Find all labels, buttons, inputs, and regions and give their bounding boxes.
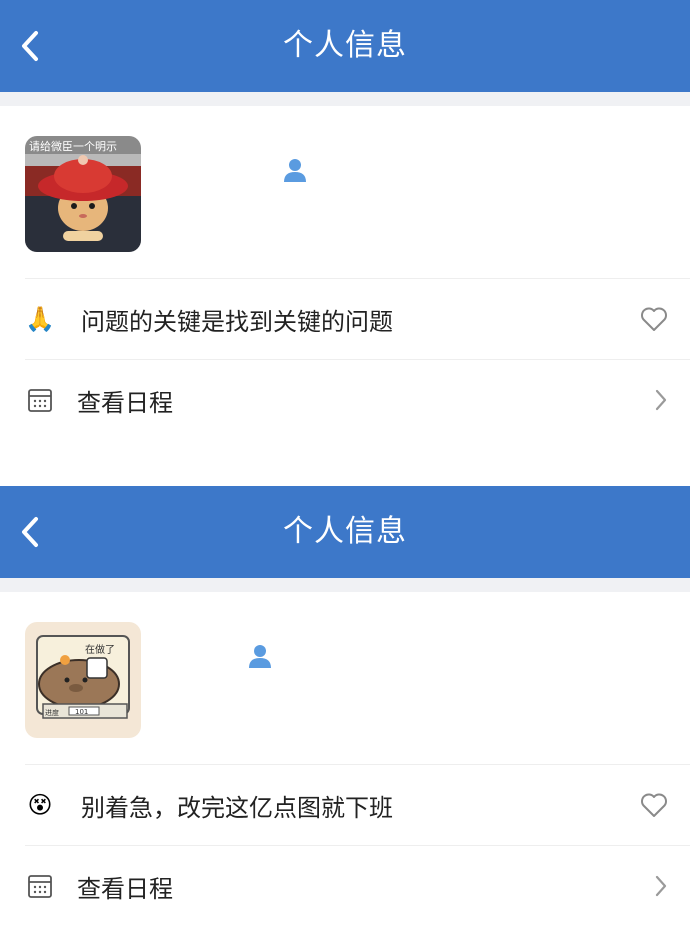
schedule-row[interactable]: 查看日程: [25, 845, 690, 926]
like-button[interactable]: [640, 306, 668, 332]
top-navigation-bar: 个人信息: [0, 486, 690, 578]
status-row[interactable]: 🙏 问题的关键是找到关键的问题: [25, 278, 690, 359]
page-title: 个人信息: [283, 28, 407, 63]
status-emoji: 🙏: [25, 305, 55, 333]
avatar-capybara-image: 在做了 进度 101: [25, 622, 141, 738]
profile-screen-2: 个人信息 在做了 进度 101 �: [0, 486, 690, 920]
status-text: 别着急，改完这亿点图就下班: [81, 793, 393, 822]
top-navigation-bar: 个人信息: [0, 0, 690, 92]
schedule-label: 查看日程: [77, 388, 173, 417]
schedule-row[interactable]: 查看日程: [25, 359, 690, 440]
heart-outline-icon: [641, 793, 667, 817]
profile-header: 请给微臣一个明示: [0, 106, 690, 278]
schedule-label: 查看日程: [77, 874, 173, 903]
chevron-right-icon: [654, 874, 668, 898]
avatar[interactable]: 请给微臣一个明示: [25, 136, 141, 252]
avatar-caption: 请给微臣一个明示: [29, 139, 117, 153]
section-gap: [0, 92, 690, 106]
user-icon: [284, 159, 306, 182]
avatar-cat-image: 请给微臣一个明示: [25, 136, 141, 252]
avatar-caption: 在做了: [85, 643, 115, 656]
heart-outline-icon: [641, 307, 667, 331]
calendar-icon: [25, 385, 55, 415]
status-text: 问题的关键是找到关键的问题: [81, 307, 393, 336]
chevron-right-icon: [654, 388, 668, 412]
user-icon: [249, 645, 271, 668]
avatar[interactable]: 在做了 进度 101: [25, 622, 141, 738]
avatar-progress-value: 101: [75, 708, 88, 716]
page-title: 个人信息: [283, 514, 407, 549]
profile-screen-1: 个人信息 请给微臣一个明示 �: [0, 0, 690, 440]
status-emoji: 😵: [27, 791, 53, 819]
calendar-icon: [25, 871, 55, 901]
profile-header: 在做了 进度 101: [0, 592, 690, 764]
like-button[interactable]: [640, 792, 668, 818]
avatar-progress-label: 进度: [45, 708, 59, 717]
section-gap: [0, 578, 690, 592]
screen-divider: [0, 440, 690, 486]
status-row[interactable]: 😵 别着急，改完这亿点图就下班: [25, 764, 690, 845]
